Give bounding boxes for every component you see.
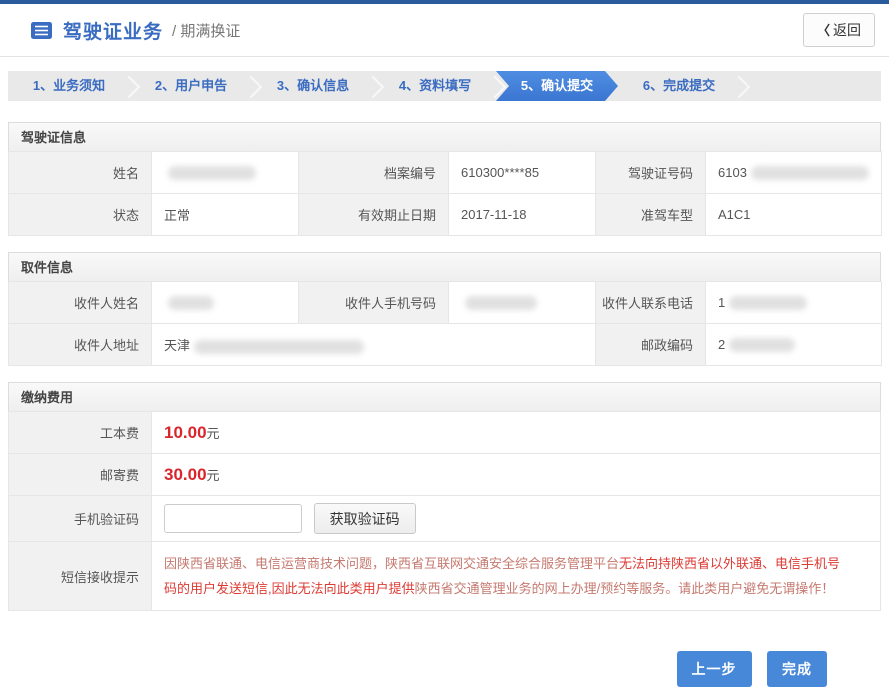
step-wizard: 1、业务须知 2、用户申告 3、确认信息 4、资料填写 5、确认提交 6、完成提…	[8, 71, 881, 101]
postal-code-value: 2	[706, 324, 882, 366]
back-button[interactable]: 〈返回	[803, 13, 875, 47]
fees-section-title: 缴纳费用	[8, 382, 881, 412]
table-row: 邮寄费 30.00元	[9, 454, 881, 496]
production-fee-value: 10.00元	[152, 412, 881, 454]
table-row: 工本费 10.00元	[9, 412, 881, 454]
postage-fee-label: 邮寄费	[9, 454, 152, 496]
table-row: 短信接收提示 因陕西省联通、电信运营商技术问题，陕西省互联网交通安全综合服务管理…	[9, 542, 881, 611]
recipient-mobile-label: 收件人手机号码	[299, 282, 449, 324]
recipient-phone-value: 1	[706, 282, 882, 324]
file-no-value: 610300****85	[449, 152, 596, 194]
name-value	[152, 152, 299, 194]
page-header: 驾驶证业务 / 期满换证 〈返回	[0, 4, 889, 57]
license-info-section: 驾驶证信息 姓名 档案编号 610300****85 驾驶证号码 6103 状态…	[8, 122, 881, 236]
currency-unit: 元	[207, 426, 220, 441]
sms-notice-cell: 因陕西省联通、电信运营商技术问题，陕西省互联网交通安全综合服务管理平台无法向持陕…	[152, 542, 881, 611]
step-5-confirm-submit[interactable]: 5、确认提交	[496, 71, 618, 101]
chevron-left-icon: 〈	[817, 23, 830, 38]
recipient-name-value	[152, 282, 299, 324]
pickup-info-section: 取件信息 收件人姓名 收件人手机号码 收件人联系电话 1 收件人地址 天津 邮政…	[8, 252, 881, 366]
production-fee-amount: 10.00	[164, 423, 207, 442]
step-4-fill-materials[interactable]: 4、资料填写	[374, 71, 496, 101]
table-row: 收件人姓名 收件人手机号码 收件人联系电话 1	[9, 282, 882, 324]
breadcrumb-current: 期满换证	[180, 23, 240, 40]
redacted-value	[751, 166, 869, 180]
get-code-button[interactable]: 获取验证码	[314, 503, 416, 534]
recipient-name-label: 收件人姓名	[9, 282, 152, 324]
table-row: 状态 正常 有效期止日期 2017-11-18 准驾车型 A1C1	[9, 194, 882, 236]
recipient-mobile-value	[449, 282, 596, 324]
vehicle-class-label: 准驾车型	[596, 194, 706, 236]
status-label: 状态	[9, 194, 152, 236]
currency-unit: 元	[207, 468, 220, 483]
table-row: 姓名 档案编号 610300****85 驾驶证号码 6103	[9, 152, 882, 194]
license-info-table: 姓名 档案编号 610300****85 驾驶证号码 6103 状态 正常 有效…	[8, 151, 882, 236]
postage-fee-value: 30.00元	[152, 454, 881, 496]
recipient-address-value: 天津	[152, 324, 596, 366]
table-row: 手机验证码 获取验证码	[9, 496, 881, 542]
pickup-info-table: 收件人姓名 收件人手机号码 收件人联系电话 1 收件人地址 天津 邮政编码 2	[8, 281, 882, 366]
step-2-user-declaration[interactable]: 2、用户申告	[130, 71, 252, 101]
step-3-confirm-info[interactable]: 3、确认信息	[252, 71, 374, 101]
fees-table: 工本费 10.00元 邮寄费 30.00元 手机验证码 获取验证码 短信接收提示…	[8, 411, 881, 611]
recipient-phone-label: 收件人联系电话	[596, 282, 706, 324]
vehicle-class-value: A1C1	[706, 194, 882, 236]
status-value: 正常	[152, 194, 299, 236]
redacted-value	[729, 338, 795, 352]
sms-code-input[interactable]	[164, 504, 302, 533]
redacted-value	[465, 296, 537, 310]
recipient-address-label: 收件人地址	[9, 324, 152, 366]
step-1-business-notice[interactable]: 1、业务须知	[8, 71, 130, 101]
page-title: 驾驶证业务	[63, 17, 163, 44]
postage-fee-amount: 30.00	[164, 465, 207, 484]
redacted-value	[168, 166, 256, 180]
step-6-complete-submit[interactable]: 6、完成提交	[618, 71, 740, 101]
license-no-value: 6103	[706, 152, 882, 194]
fees-section: 缴纳费用 工本费 10.00元 邮寄费 30.00元 手机验证码 获取验证码 短…	[8, 382, 881, 611]
redacted-value	[729, 296, 807, 310]
redacted-value	[168, 296, 214, 310]
table-row: 收件人地址 天津 邮政编码 2	[9, 324, 882, 366]
sms-notice-label: 短信接收提示	[9, 542, 152, 611]
redacted-value	[194, 340, 364, 354]
sms-code-cell: 获取验证码	[152, 496, 881, 542]
postal-code-label: 邮政编码	[596, 324, 706, 366]
license-section-title: 驾驶证信息	[8, 122, 881, 152]
file-no-label: 档案编号	[299, 152, 449, 194]
sms-code-label: 手机验证码	[9, 496, 152, 542]
back-button-label: 返回	[833, 22, 861, 38]
sms-notice-text: 因陕西省联通、电信运营商技术问题，陕西省互联网交通安全综合服务管理平台无法向持陕…	[164, 556, 840, 596]
breadcrumb: / 期满换证	[172, 20, 240, 41]
document-list-icon	[30, 21, 53, 40]
license-no-label: 驾驶证号码	[596, 152, 706, 194]
name-label: 姓名	[9, 152, 152, 194]
breadcrumb-separator: /	[172, 23, 176, 40]
expiry-value: 2017-11-18	[449, 194, 596, 236]
pickup-section-title: 取件信息	[8, 252, 881, 282]
expiry-label: 有效期止日期	[299, 194, 449, 236]
production-fee-label: 工本费	[9, 412, 152, 454]
